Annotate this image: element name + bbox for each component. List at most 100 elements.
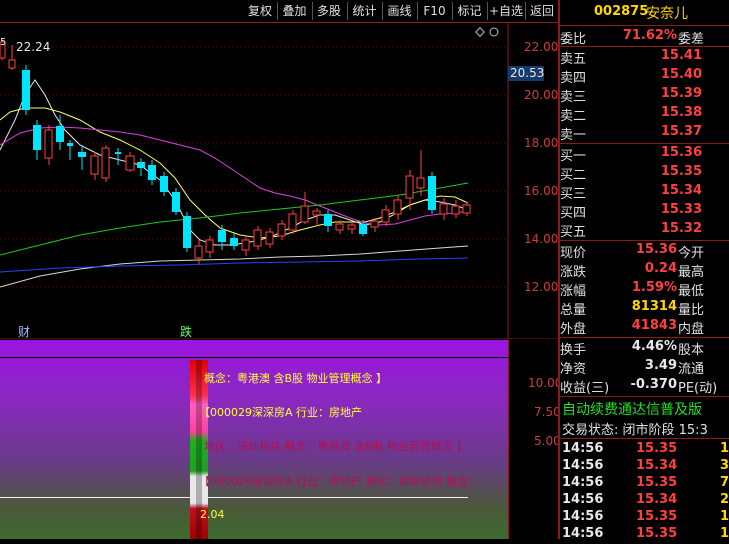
row-value: 15.37: [660, 124, 702, 139]
stat-row: 净资 3.49 流通: [560, 358, 729, 377]
row-label-2: 内盘: [678, 322, 705, 337]
tick-time: 14:56: [562, 509, 604, 524]
bid-level-row: 买一 15.36: [560, 145, 729, 164]
tick-volume: 1: [720, 441, 729, 456]
stock-text-2: 【000029深深房A 行业：房地产 地区：深圳板块 概念：: [199, 475, 480, 488]
stock-text-1: 【000029深深房A 行业：房地产: [199, 406, 363, 419]
stat-row: 换手 4.46% 股本: [560, 339, 729, 358]
price-tick: 20.00: [524, 88, 559, 102]
indicator-tick: 5.00: [534, 434, 561, 448]
row-label: 换手: [560, 343, 587, 358]
row-label: 买三: [560, 187, 587, 202]
draw-line-button[interactable]: 画线: [383, 0, 416, 22]
back-button[interactable]: 返回: [526, 0, 558, 22]
row-label: 净资: [560, 362, 587, 377]
row-label-2: 最高: [678, 265, 705, 280]
ma-white-line: [0, 79, 469, 246]
toolbar: 复权 叠加 多股 统计 画线 F10 标记 +自选 返回: [0, 0, 558, 23]
event-label-drop[interactable]: 跌: [180, 323, 192, 340]
price-gridlines: [0, 46, 508, 288]
tick-price: 15.34: [636, 492, 678, 507]
row-label: 卖二: [560, 109, 587, 124]
weibi-label: 委比: [560, 32, 587, 47]
row-label-2: 量比: [678, 303, 705, 318]
tick-row: 14:56 15.35 7: [560, 475, 729, 493]
tick-time: 14:56: [562, 441, 604, 456]
row-label: 卖五: [560, 52, 587, 67]
bid-level-row: 买二 15.35: [560, 164, 729, 183]
tick-volume: 7: [720, 475, 729, 490]
row-label: 买一: [560, 149, 587, 164]
bid-level-row: 买五 15.32: [560, 221, 729, 240]
stat-row: 涨幅 1.59% 最低: [560, 280, 729, 299]
row-label: 涨幅: [560, 284, 587, 299]
circle-icon[interactable]: [489, 27, 499, 37]
indicator-panel[interactable]: 概念：粤港澳 含B股 物业管理概念 】 【000029深深房A 行业：房地产 地…: [0, 340, 508, 539]
row-label: 涨跌: [560, 265, 587, 280]
mark-button[interactable]: 标记: [453, 0, 486, 22]
stats-button[interactable]: 统计: [348, 0, 381, 22]
divider: [560, 143, 729, 144]
divider: [560, 396, 729, 397]
stat-row: 现价 15.36 今开: [560, 242, 729, 261]
promo-banner[interactable]: 自动续费通达信普及版: [562, 399, 702, 419]
ma-white-long-line: [0, 245, 469, 288]
bid-level-row: 买三 15.34: [560, 183, 729, 202]
stat-row: 外盘 41843 内盘: [560, 318, 729, 337]
fuquan-button[interactable]: 复权: [244, 0, 276, 22]
row-label-2: PE(动): [678, 381, 718, 396]
row-value: 4.46%: [631, 339, 677, 354]
tick-time: 14:56: [562, 492, 604, 507]
kline-chart[interactable]: [0, 23, 558, 339]
row-label: 买四: [560, 206, 587, 221]
divider: [560, 240, 729, 241]
row-label-2: 股本: [678, 343, 705, 358]
row-value: 15.36: [660, 145, 702, 160]
row-value: 1.59%: [631, 280, 677, 295]
row-label-2: 流通: [678, 362, 705, 377]
multi-stock-button[interactable]: 多股: [313, 0, 345, 22]
row-value: 15.32: [660, 221, 702, 236]
row-value: 15.38: [660, 105, 702, 120]
add-watchlist-button[interactable]: +自选: [488, 0, 524, 22]
tick-time: 14:56: [562, 475, 604, 490]
f10-button[interactable]: F10: [418, 0, 451, 22]
ask-level-row: 卖二 15.38: [560, 105, 729, 124]
concept-text-2: 地区：深圳板块 概念：粤港澳 含B股 物业管理概念 】: [204, 440, 468, 453]
stock-terminal-window: 复权 叠加 多股 统计 画线 F10 标记 +自选 返回 22.24 5 22.…: [0, 0, 729, 541]
divider: [560, 46, 729, 47]
tick-row: 14:56 15.35 1: [560, 441, 729, 459]
stat-row: 总量 81314 量比: [560, 299, 729, 318]
bid-level-row: 买四 15.33: [560, 202, 729, 221]
tick-volume: 3: [720, 458, 729, 473]
row-value: -0.370: [630, 377, 677, 392]
row-value: 3.49: [644, 358, 677, 373]
row-label: 卖三: [560, 90, 587, 105]
row-label: 卖一: [560, 128, 587, 143]
stock-code: 002875: [594, 4, 649, 19]
tick-price: 15.35: [636, 509, 678, 524]
marker-label: 5: [0, 37, 7, 48]
row-value: 15.41: [660, 48, 702, 63]
row-value: 15.35: [660, 164, 702, 179]
ask-level-row: 卖四 15.40: [560, 67, 729, 86]
stat-row: 涨跌 0.24 最高: [560, 261, 729, 280]
concept-text-1: 概念：粤港澳 含B股 物业管理概念 】: [204, 372, 388, 385]
row-label: 外盘: [560, 322, 587, 337]
row-value: 15.33: [660, 202, 702, 217]
ask-level-row: 卖一 15.37: [560, 124, 729, 143]
row-value: 41843: [631, 318, 677, 333]
trade-status: 交易状态: 闭市阶段 15:3: [562, 423, 708, 438]
row-value: 0.24: [644, 261, 677, 276]
diamond-icon[interactable]: [475, 27, 485, 37]
tick-row: 14:56 15.34 2: [560, 492, 729, 510]
overlay-button[interactable]: 叠加: [278, 0, 311, 22]
row-label-2: 最低: [678, 284, 705, 299]
stat-row: 收益(三) -0.370 PE(动): [560, 377, 729, 396]
tick-volume: 1: [720, 509, 729, 524]
stock-header: 002875 安奈儿: [560, 0, 729, 24]
event-label-finance[interactable]: 财: [18, 323, 30, 340]
weibi-row: 委比 71.62% 委差: [560, 28, 729, 47]
candles: [0, 40, 471, 264]
ma-blue-line: [0, 257, 469, 273]
